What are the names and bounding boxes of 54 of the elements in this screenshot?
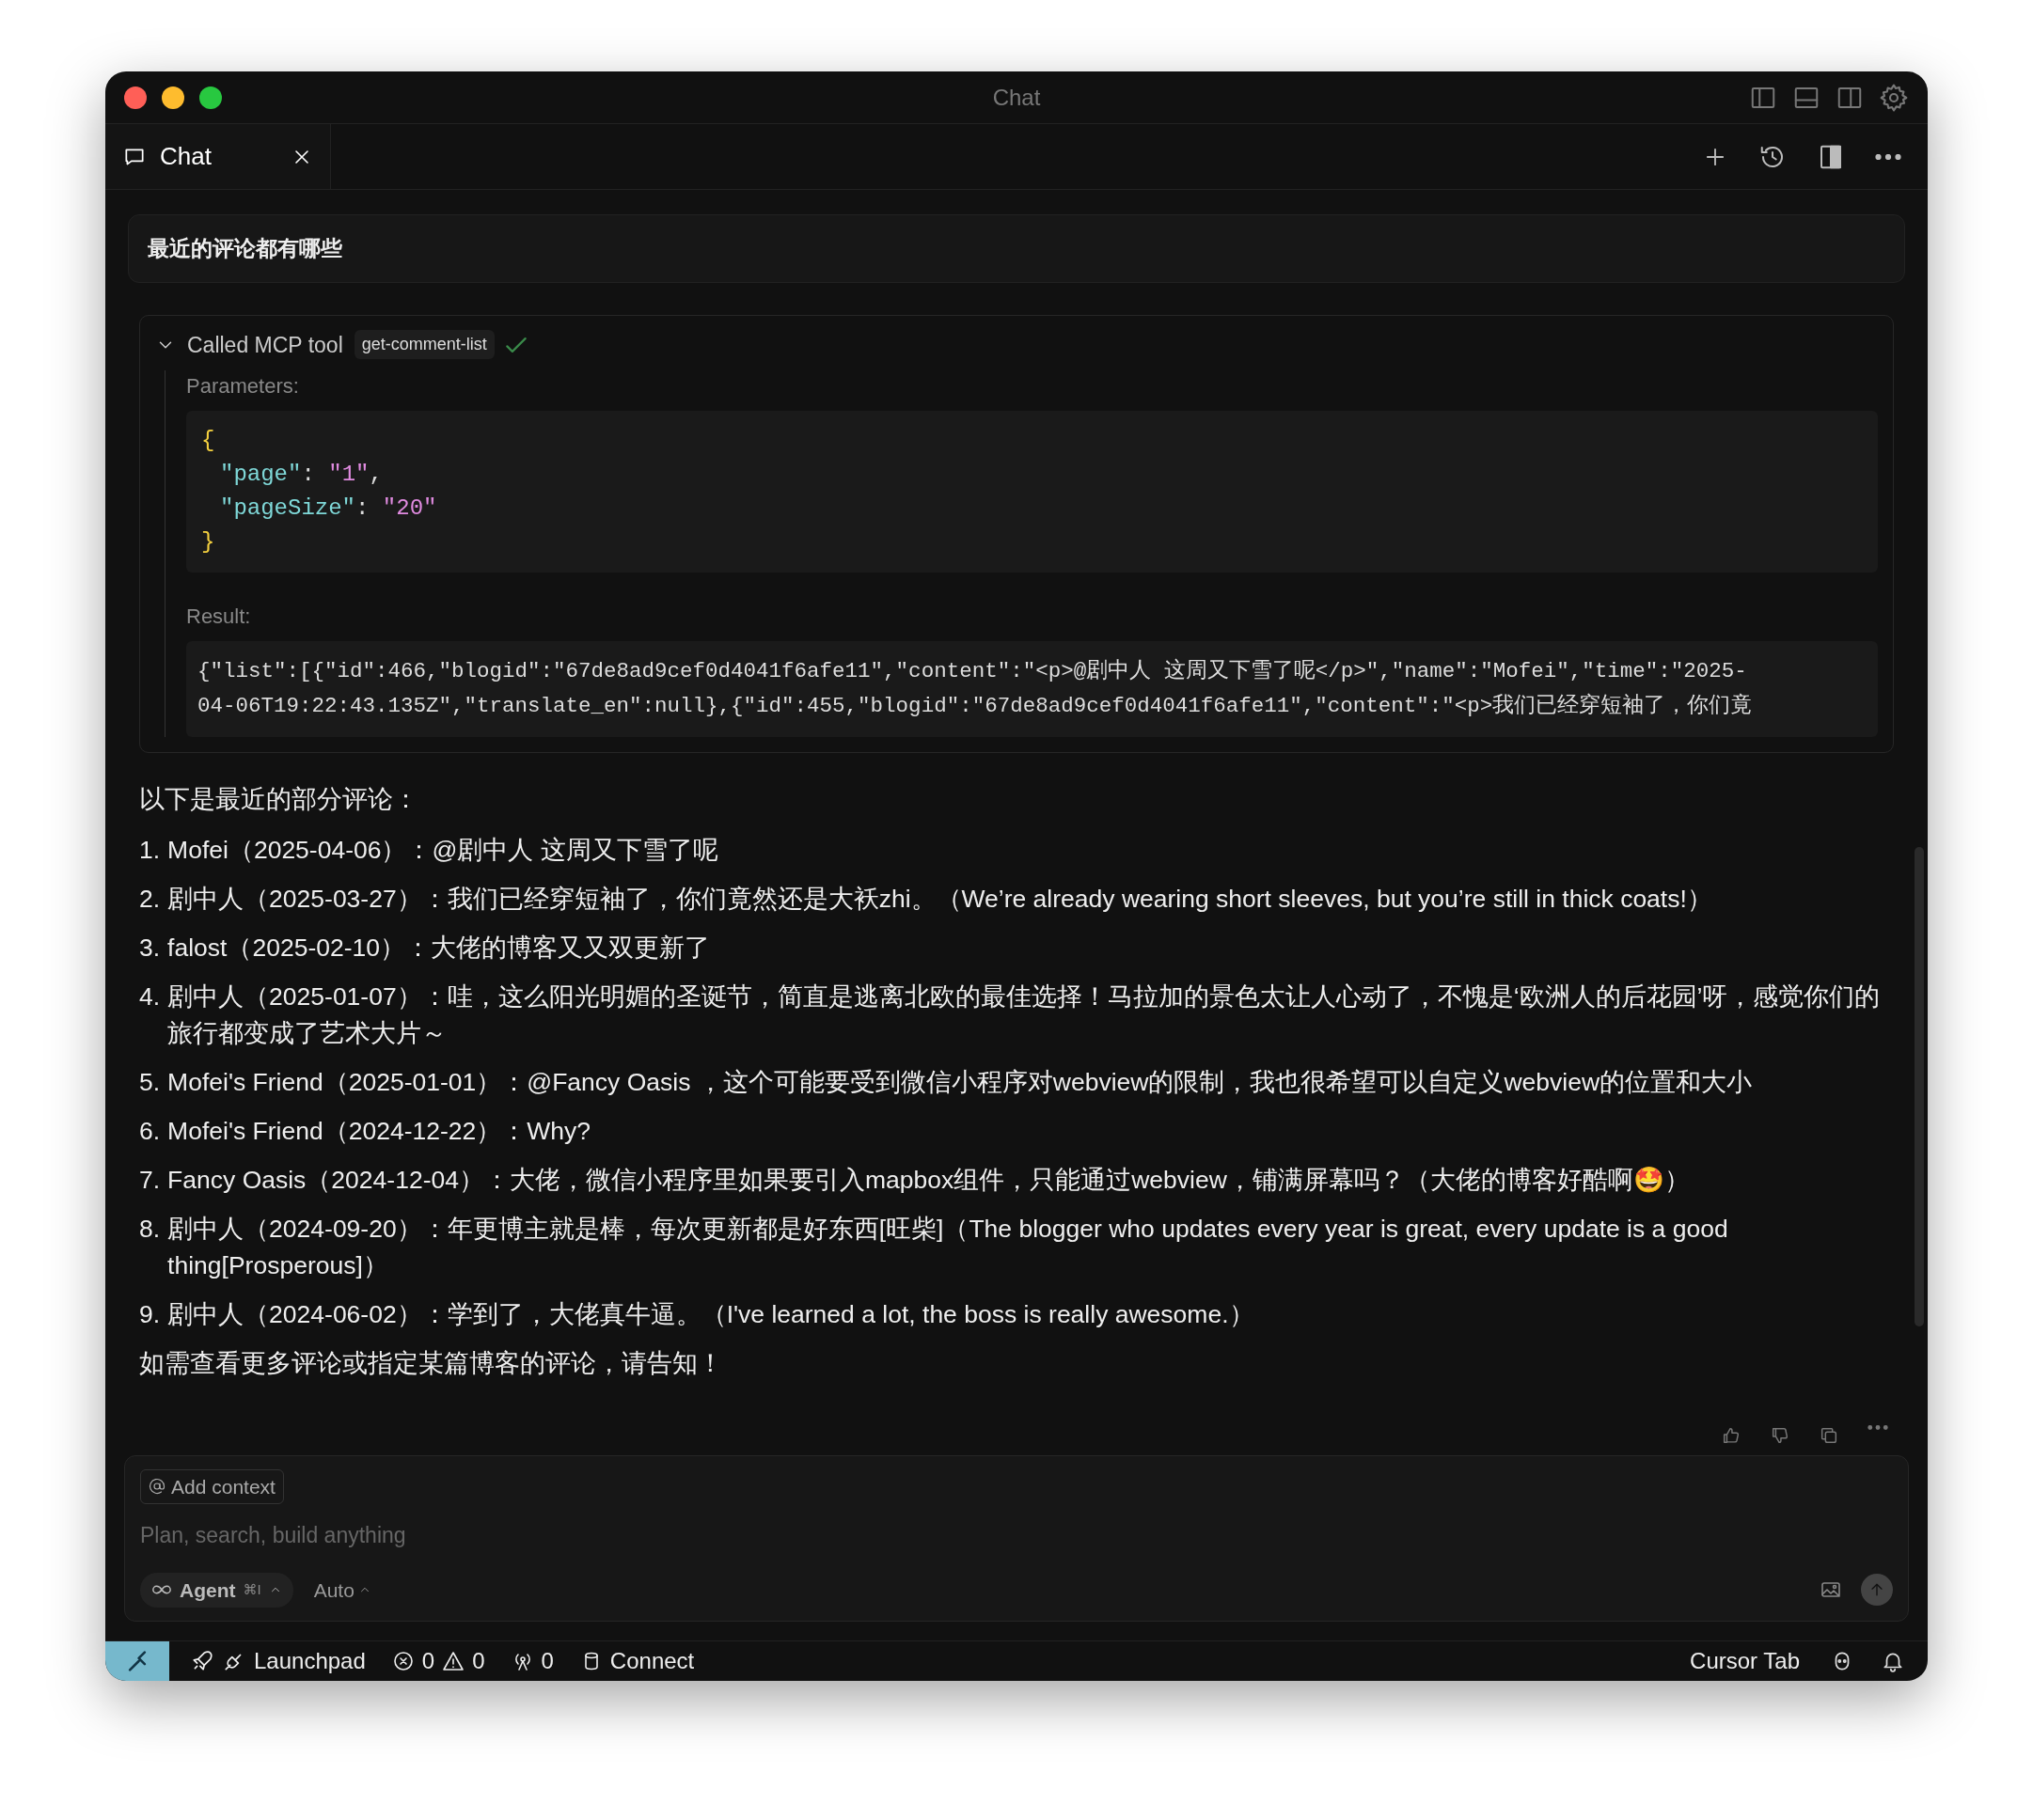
chat-input-field[interactable]: Plan, search, build anything (140, 1519, 1893, 1552)
comment-item: Mofei's Friend（2025-01-01）：@Fancy Oasis ，这个可能要受到微信小程序对webview的限制，我也很希望可以自定义webview的位置和大小 (167, 1066, 1753, 1098)
code-line: { (201, 427, 215, 455)
problems-indicator[interactable]: 0 0 (378, 1644, 498, 1678)
comment-item: 剧中人（2024-06-02）：学到了，大佬真牛逼。（I've learned a lot, the boss is really awesome.） (167, 1298, 1254, 1330)
ports-indicator[interactable]: 0 (497, 1644, 567, 1678)
list-number: 8. (139, 1213, 161, 1245)
result-line: 04-06T19:22:43.135Z","translate_en":null},{"id":455,"blogid":"67de8ad9cef0d4041f6afe11","content":"<p>我们已经穿短袖了，你们竟 (197, 692, 1754, 720)
comment-item: Mofei's Friend（2024-12-22）：Why? (167, 1115, 591, 1147)
parameters-label: Parameters: (186, 373, 300, 400)
comment-item: Mofei（2025-04-06）：@剧中人 这周又下雪了呢 (167, 834, 718, 866)
response-intro: 以下是最近的部分评论： (139, 783, 419, 815)
chat-tab[interactable]: Chat (105, 124, 331, 189)
window-zoom-button[interactable] (199, 86, 222, 109)
connect-button[interactable]: Connect (566, 1644, 708, 1678)
comment-item: 剧中人（2025-01-07）：哇，这么阳光明媚的圣诞节，简直是逃离北欧的最佳选择！马拉加的景色太让人心动了，不愧是‘欧洲人的后花园’呀，感觉你们的旅行都变成了艺术大片～ (167, 981, 1882, 1049)
result-line: {"list":[{"id":466,"blogid":"67de8ad9cef0d4041f6afe11","content":"<p>@剧中人 这周又下雪了呢</p>","name":"Mofei","time":"2025- (197, 657, 1748, 685)
list-number: 2. (139, 883, 161, 915)
code-line: } (201, 528, 215, 557)
tool-name-tag: get-comment-list (354, 330, 495, 360)
response-outro: 如需查看更多评论或指定某篇博客的评论，请告知！ (139, 1347, 724, 1379)
list-number: 4. (139, 981, 161, 1012)
window-close-button[interactable] (124, 86, 147, 109)
window-title: Chat (992, 83, 1041, 112)
add-context-button[interactable]: Add context (140, 1468, 284, 1504)
model-selector[interactable]: Auto (307, 1574, 377, 1606)
list-number: 5. (139, 1066, 161, 1098)
comment-item: 剧中人（2024-09-20）：年更博主就是棒，每次更新都是好东西[旺柴]（The blogger who updates every year is great, every update is a good thing[Prosperous]） (167, 1213, 1729, 1281)
tool-call-label: Called MCP tool (187, 331, 343, 359)
window-minimize-button[interactable] (162, 86, 184, 109)
user-message: 最近的评论都有哪些 (128, 214, 1905, 283)
result-label: Result: (186, 604, 252, 630)
error-icon (391, 1650, 415, 1672)
remote-icon (127, 1651, 148, 1671)
code-line: "page": "1", (220, 461, 383, 489)
code-line: "pageSize": "20" (220, 494, 437, 523)
list-number: 3. (139, 932, 161, 964)
list-number: 7. (139, 1164, 161, 1196)
list-number: 6. (139, 1115, 161, 1147)
ellipsis-icon (1868, 1424, 1888, 1430)
scrollbar-thumb[interactable] (1915, 846, 1924, 1326)
comment-item: falost（2025-02-10）：大佬的博客又又双更新了 (167, 932, 710, 964)
comment-item: Fancy Oasis（2024-12-04）：大佬，微信小程序里如果要引入mapbox组件，只能通过webview，铺满屏幕吗？（大佬的博客好酷啊🤩） (167, 1164, 1690, 1196)
list-number: 9. (139, 1298, 161, 1330)
settings-icon (1879, 82, 1909, 113)
ellipsis-icon (1875, 153, 1901, 160)
cursor-tab-button[interactable]: Cursor Tab (1677, 1644, 1813, 1678)
at-sign-icon (149, 1478, 165, 1496)
remote-connection-button[interactable] (105, 1640, 169, 1681)
launchpad-button[interactable]: Launchpad (177, 1644, 379, 1678)
warning-icon (442, 1650, 465, 1672)
list-number: 1. (139, 834, 161, 866)
agent-mode-button[interactable]: Agent ⌘I (140, 1572, 293, 1608)
comment-item: 剧中人（2025-03-27）：我们已经穿短袖了，你们竟然还是大袄zhi。（We’re already wearing short sleeves, but you’re still in thick coats!） (167, 883, 1712, 915)
